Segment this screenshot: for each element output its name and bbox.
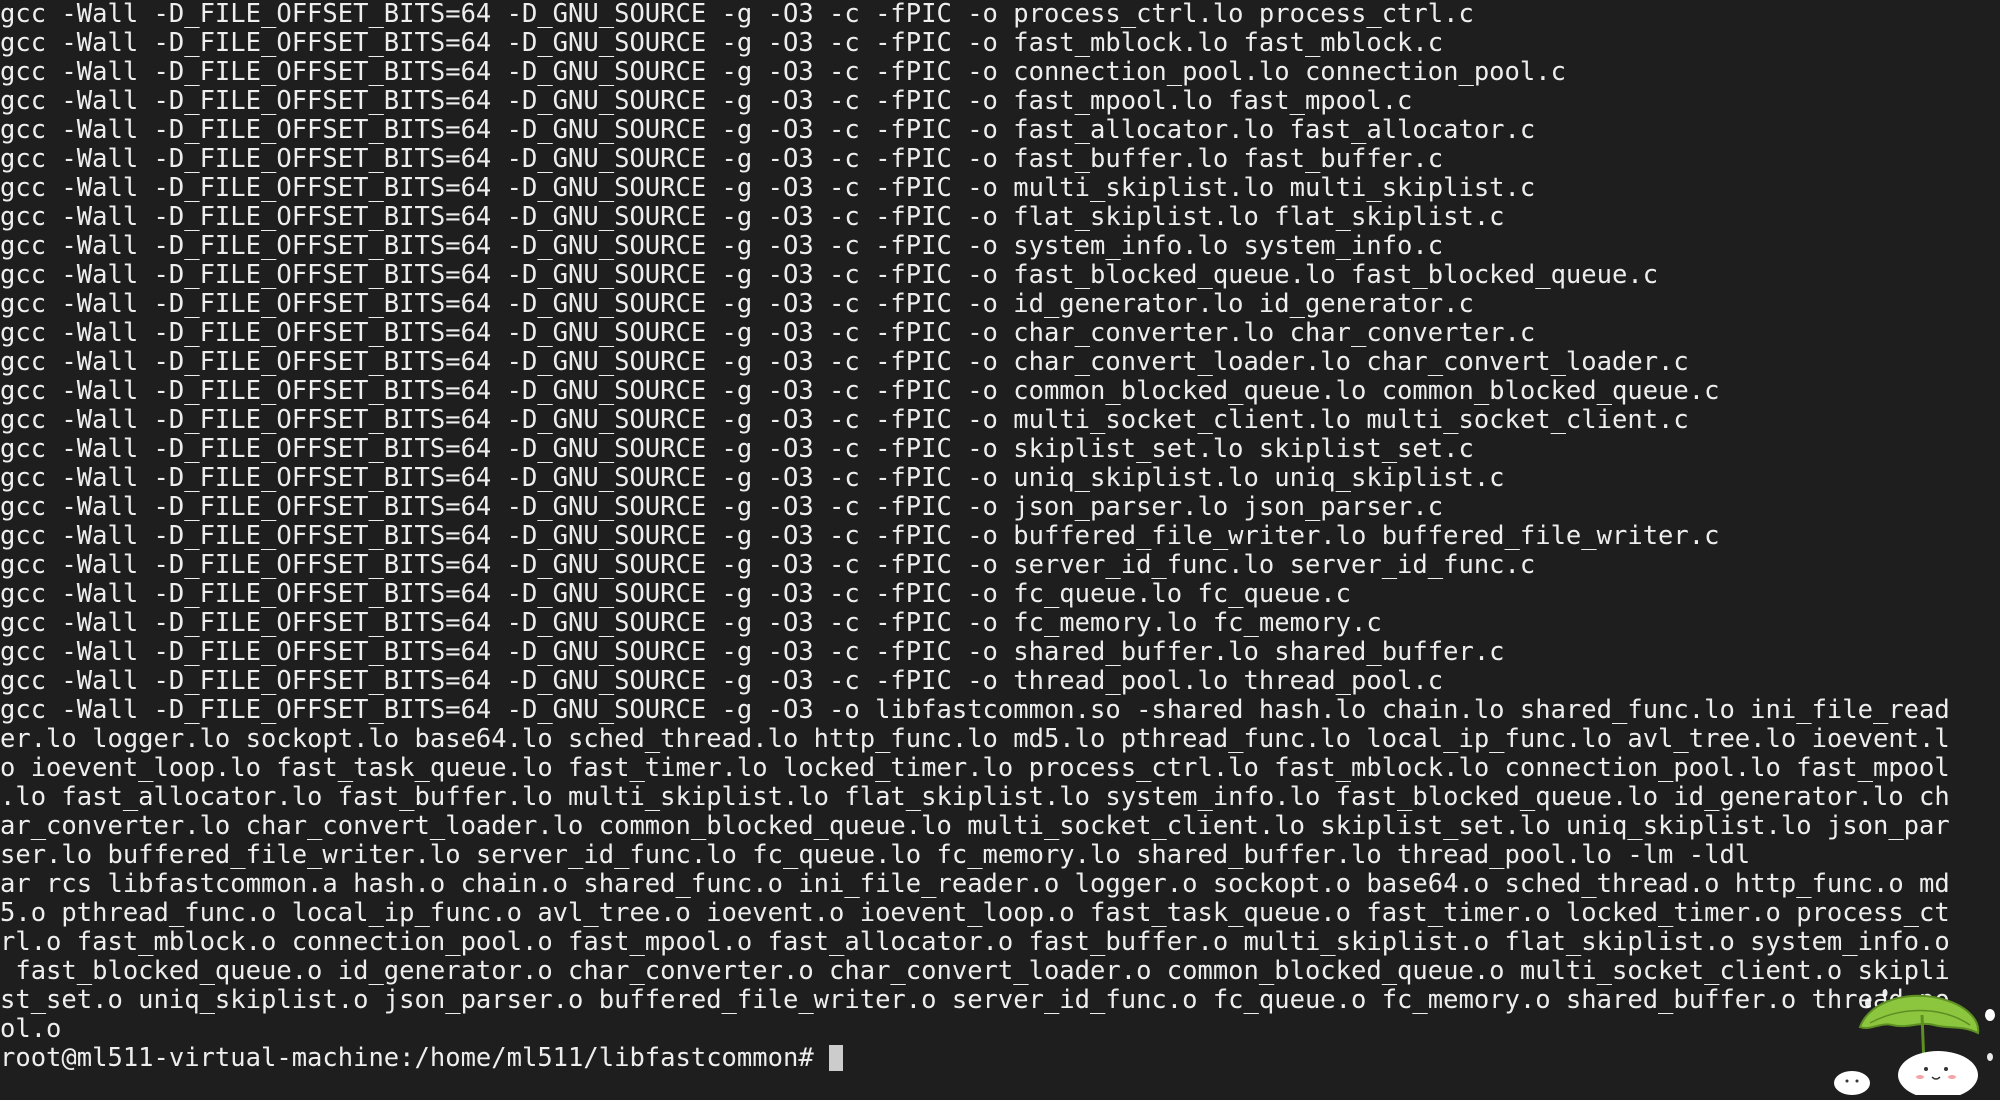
terminal-window[interactable]: gcc -Wall -D_FILE_OFFSET_BITS=64 -D_GNU_… [0, 0, 2000, 1100]
terminal-line: gcc -Wall -D_FILE_OFFSET_BITS=64 -D_GNU_… [0, 57, 1566, 87]
shell-prompt: root@ml511-virtual-machine:/home/ml511/l… [0, 1043, 830, 1073]
terminal-line: gcc -Wall -D_FILE_OFFSET_BITS=64 -D_GNU_… [0, 289, 1474, 319]
terminal-line: fast_blocked_queue.o id_generator.o char… [0, 956, 1950, 986]
terminal-line: gcc -Wall -D_FILE_OFFSET_BITS=64 -D_GNU_… [0, 463, 1505, 493]
terminal-line: ar_converter.lo char_convert_loader.lo c… [0, 811, 1950, 841]
terminal-line: gcc -Wall -D_FILE_OFFSET_BITS=64 -D_GNU_… [0, 521, 1720, 551]
terminal-line: gcc -Wall -D_FILE_OFFSET_BITS=64 -D_GNU_… [0, 86, 1413, 116]
terminal-line: gcc -Wall -D_FILE_OFFSET_BITS=64 -D_GNU_… [0, 173, 1536, 203]
terminal-line: gcc -Wall -D_FILE_OFFSET_BITS=64 -D_GNU_… [0, 405, 1689, 435]
mascot-with-leaf-umbrella-icon [1834, 989, 1995, 1095]
terminal-line: gcc -Wall -D_FILE_OFFSET_BITS=64 -D_GNU_… [0, 115, 1536, 145]
terminal-line: gcc -Wall -D_FILE_OFFSET_BITS=64 -D_GNU_… [0, 231, 1444, 261]
terminal-line: .lo fast_allocator.lo fast_buffer.lo mul… [0, 782, 1950, 812]
terminal-line: ser.lo buffered_file_writer.lo server_id… [0, 840, 1751, 870]
terminal-line: gcc -Wall -D_FILE_OFFSET_BITS=64 -D_GNU_… [0, 260, 1659, 290]
terminal-line: gcc -Wall -D_FILE_OFFSET_BITS=64 -D_GNU_… [0, 492, 1444, 522]
terminal-line: rl.o fast_mblock.o connection_pool.o fas… [0, 927, 1950, 957]
text-cursor [829, 1045, 844, 1071]
terminal-line: gcc -Wall -D_FILE_OFFSET_BITS=64 -D_GNU_… [0, 434, 1474, 464]
terminal-line: gcc -Wall -D_FILE_OFFSET_BITS=64 -D_GNU_… [0, 28, 1444, 58]
terminal-line: ol.o [0, 1014, 62, 1044]
terminal-line: gcc -Wall -D_FILE_OFFSET_BITS=64 -D_GNU_… [0, 202, 1505, 232]
terminal-line: gcc -Wall -D_FILE_OFFSET_BITS=64 -D_GNU_… [0, 550, 1536, 580]
terminal-line: gcc -Wall -D_FILE_OFFSET_BITS=64 -D_GNU_… [0, 318, 1536, 348]
terminal-line: gcc -Wall -D_FILE_OFFSET_BITS=64 -D_GNU_… [0, 0, 1474, 29]
terminal-line: ar rcs libfastcommon.a hash.o chain.o sh… [0, 869, 1950, 899]
terminal-line: o ioevent_loop.lo fast_task_queue.lo fas… [0, 753, 1950, 783]
terminal-line: er.lo logger.lo sockopt.lo base64.lo sch… [0, 724, 1950, 754]
terminal-line: gcc -Wall -D_FILE_OFFSET_BITS=64 -D_GNU_… [0, 695, 1950, 725]
terminal-line: st_set.o uniq_skiplist.o json_parser.o b… [0, 985, 1950, 1015]
terminal-output: gcc -Wall -D_FILE_OFFSET_BITS=64 -D_GNU_… [0, 0, 1950, 1073]
terminal-line: gcc -Wall -D_FILE_OFFSET_BITS=64 -D_GNU_… [0, 608, 1382, 638]
terminal-line: gcc -Wall -D_FILE_OFFSET_BITS=64 -D_GNU_… [0, 666, 1444, 696]
terminal-line: gcc -Wall -D_FILE_OFFSET_BITS=64 -D_GNU_… [0, 144, 1444, 174]
terminal-line: gcc -Wall -D_FILE_OFFSET_BITS=64 -D_GNU_… [0, 376, 1720, 406]
terminal-line: 5.o pthread_func.o local_ip_func.o avl_t… [0, 898, 1950, 928]
terminal-line: gcc -Wall -D_FILE_OFFSET_BITS=64 -D_GNU_… [0, 347, 1689, 377]
prompt-line[interactable]: root@ml511-virtual-machine:/home/ml511/l… [0, 1044, 1950, 1073]
terminal-line: gcc -Wall -D_FILE_OFFSET_BITS=64 -D_GNU_… [0, 637, 1505, 667]
terminal-line: gcc -Wall -D_FILE_OFFSET_BITS=64 -D_GNU_… [0, 579, 1352, 609]
